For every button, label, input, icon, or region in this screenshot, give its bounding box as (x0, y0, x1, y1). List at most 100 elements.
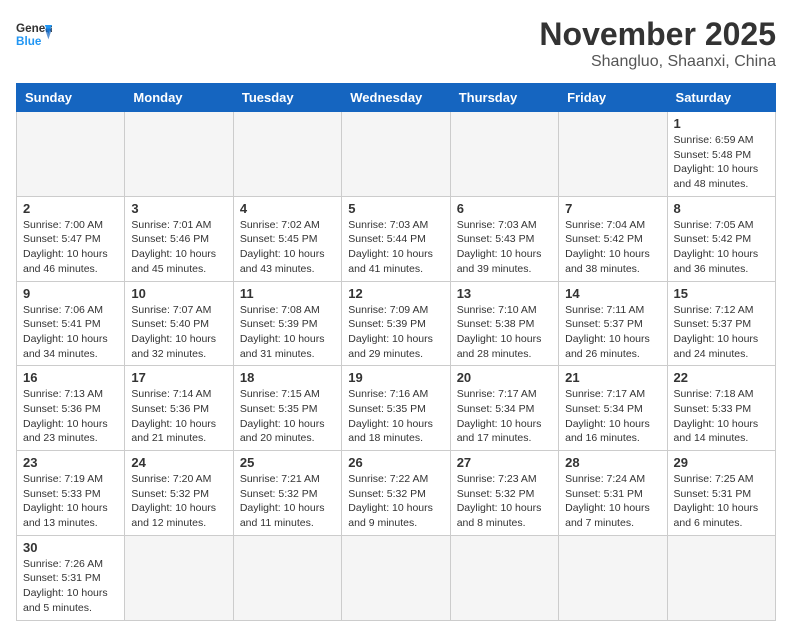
header-thursday: Thursday (450, 84, 558, 112)
calendar-cell (559, 535, 667, 620)
day-number: 28 (565, 455, 660, 470)
calendar-cell (17, 112, 125, 197)
calendar-cell (233, 112, 341, 197)
header-sunday: Sunday (17, 84, 125, 112)
day-info: Sunrise: 6:59 AM Sunset: 5:48 PM Dayligh… (674, 133, 769, 192)
calendar-cell: 19 Sunrise: 7:16 AM Sunset: 5:35 PM Dayli… (342, 366, 450, 451)
day-number: 8 (674, 201, 769, 216)
day-number: 21 (565, 370, 660, 385)
calendar-cell: 5 Sunrise: 7:03 AM Sunset: 5:44 PM Daylig… (342, 196, 450, 281)
day-info: Sunrise: 7:16 AM Sunset: 5:35 PM Dayligh… (348, 387, 443, 446)
day-info: Sunrise: 7:19 AM Sunset: 5:33 PM Dayligh… (23, 472, 118, 531)
calendar-cell: 17 Sunrise: 7:14 AM Sunset: 5:36 PM Dayli… (125, 366, 233, 451)
calendar-cell: 2 Sunrise: 7:00 AM Sunset: 5:47 PM Daylig… (17, 196, 125, 281)
calendar-cell: 6 Sunrise: 7:03 AM Sunset: 5:43 PM Daylig… (450, 196, 558, 281)
day-info: Sunrise: 7:03 AM Sunset: 5:44 PM Dayligh… (348, 218, 443, 277)
day-info: Sunrise: 7:24 AM Sunset: 5:31 PM Dayligh… (565, 472, 660, 531)
calendar-cell (125, 535, 233, 620)
day-info: Sunrise: 7:20 AM Sunset: 5:32 PM Dayligh… (131, 472, 226, 531)
calendar-week-4: 16 Sunrise: 7:13 AM Sunset: 5:36 PM Dayli… (17, 366, 776, 451)
day-info: Sunrise: 7:11 AM Sunset: 5:37 PM Dayligh… (565, 303, 660, 362)
calendar-cell: 7Sunrise: 7:04 AM Sunset: 5:42 PM Daylig… (559, 196, 667, 281)
day-number: 12 (348, 286, 443, 301)
day-info: Sunrise: 7:14 AM Sunset: 5:36 PM Dayligh… (131, 387, 226, 446)
calendar-week-5: 23 Sunrise: 7:19 AM Sunset: 5:33 PM Dayli… (17, 451, 776, 536)
day-info: Sunrise: 7:23 AM Sunset: 5:32 PM Dayligh… (457, 472, 552, 531)
day-number: 30 (23, 540, 118, 555)
day-number: 20 (457, 370, 552, 385)
day-info: Sunrise: 7:21 AM Sunset: 5:32 PM Dayligh… (240, 472, 335, 531)
day-number: 9 (23, 286, 118, 301)
calendar-cell (667, 535, 775, 620)
day-number: 10 (131, 286, 226, 301)
calendar-cell: 13 Sunrise: 7:10 AM Sunset: 5:38 PM Dayli… (450, 281, 558, 366)
day-info: Sunrise: 7:00 AM Sunset: 5:47 PM Dayligh… (23, 218, 118, 277)
calendar-week-2: 2 Sunrise: 7:00 AM Sunset: 5:47 PM Daylig… (17, 196, 776, 281)
calendar-cell: 14 Sunrise: 7:11 AM Sunset: 5:37 PM Dayli… (559, 281, 667, 366)
day-number: 19 (348, 370, 443, 385)
calendar-cell: 18 Sunrise: 7:15 AM Sunset: 5:35 PM Dayli… (233, 366, 341, 451)
day-number: 13 (457, 286, 552, 301)
calendar-cell (125, 112, 233, 197)
day-number: 16 (23, 370, 118, 385)
month-title: November 2025 (539, 16, 776, 53)
header-saturday: Saturday (667, 84, 775, 112)
calendar-cell (559, 112, 667, 197)
calendar-cell: 26Sunrise: 7:22 AM Sunset: 5:32 PM Dayli… (342, 451, 450, 536)
title-area: November 2025 Shangluo, Shaanxi, China (539, 16, 776, 71)
day-info: Sunrise: 7:03 AM Sunset: 5:43 PM Dayligh… (457, 218, 552, 277)
logo-icon: General Blue (16, 16, 52, 52)
calendar-cell (233, 535, 341, 620)
calendar-cell: 4Sunrise: 7:02 AM Sunset: 5:45 PM Daylig… (233, 196, 341, 281)
calendar-week-6: 30 Sunrise: 7:26 AM Sunset: 5:31 PM Dayli… (17, 535, 776, 620)
calendar-cell: 29Sunrise: 7:25 AM Sunset: 5:31 PM Dayli… (667, 451, 775, 536)
svg-text:Blue: Blue (16, 35, 42, 48)
calendar-cell (450, 112, 558, 197)
day-number: 22 (674, 370, 769, 385)
day-number: 27 (457, 455, 552, 470)
calendar-cell: 10Sunrise: 7:07 AM Sunset: 5:40 PM Dayli… (125, 281, 233, 366)
day-number: 2 (23, 201, 118, 216)
day-number: 18 (240, 370, 335, 385)
day-info: Sunrise: 7:08 AM Sunset: 5:39 PM Dayligh… (240, 303, 335, 362)
day-info: Sunrise: 7:12 AM Sunset: 5:37 PM Dayligh… (674, 303, 769, 362)
location: Shangluo, Shaanxi, China (539, 53, 776, 71)
calendar-cell: 28 Sunrise: 7:24 AM Sunset: 5:31 PM Dayli… (559, 451, 667, 536)
calendar-cell: 24Sunrise: 7:20 AM Sunset: 5:32 PM Dayli… (125, 451, 233, 536)
calendar-cell: 11 Sunrise: 7:08 AM Sunset: 5:39 PM Dayli… (233, 281, 341, 366)
day-info: Sunrise: 7:13 AM Sunset: 5:36 PM Dayligh… (23, 387, 118, 446)
calendar-cell: 12Sunrise: 7:09 AM Sunset: 5:39 PM Dayli… (342, 281, 450, 366)
calendar-table: Sunday Monday Tuesday Wednesday Thursday… (16, 83, 776, 621)
calendar-cell: 25Sunrise: 7:21 AM Sunset: 5:32 PM Dayli… (233, 451, 341, 536)
calendar-cell: 15 Sunrise: 7:12 AM Sunset: 5:37 PM Dayli… (667, 281, 775, 366)
day-info: Sunrise: 7:04 AM Sunset: 5:42 PM Dayligh… (565, 218, 660, 277)
calendar-cell: 23 Sunrise: 7:19 AM Sunset: 5:33 PM Dayli… (17, 451, 125, 536)
calendar-cell: 20 Sunrise: 7:17 AM Sunset: 5:34 PM Dayli… (450, 366, 558, 451)
page-header: General Blue November 2025 Shangluo, Sha… (16, 16, 776, 71)
day-info: Sunrise: 7:05 AM Sunset: 5:42 PM Dayligh… (674, 218, 769, 277)
day-number: 3 (131, 201, 226, 216)
calendar-cell: 9 Sunrise: 7:06 AM Sunset: 5:41 PM Daylig… (17, 281, 125, 366)
header-wednesday: Wednesday (342, 84, 450, 112)
day-info: Sunrise: 7:26 AM Sunset: 5:31 PM Dayligh… (23, 557, 118, 616)
day-info: Sunrise: 7:15 AM Sunset: 5:35 PM Dayligh… (240, 387, 335, 446)
day-info: Sunrise: 7:10 AM Sunset: 5:38 PM Dayligh… (457, 303, 552, 362)
day-info: Sunrise: 7:06 AM Sunset: 5:41 PM Dayligh… (23, 303, 118, 362)
header-friday: Friday (559, 84, 667, 112)
day-info: Sunrise: 7:17 AM Sunset: 5:34 PM Dayligh… (457, 387, 552, 446)
day-number: 23 (23, 455, 118, 470)
day-number: 14 (565, 286, 660, 301)
calendar-cell: 16 Sunrise: 7:13 AM Sunset: 5:36 PM Dayli… (17, 366, 125, 451)
day-number: 15 (674, 286, 769, 301)
logo: General Blue (16, 16, 52, 52)
calendar-cell: 30 Sunrise: 7:26 AM Sunset: 5:31 PM Dayli… (17, 535, 125, 620)
day-number: 6 (457, 201, 552, 216)
day-number: 1 (674, 116, 769, 131)
calendar-cell: 8 Sunrise: 7:05 AM Sunset: 5:42 PM Daylig… (667, 196, 775, 281)
calendar-cell (450, 535, 558, 620)
day-number: 11 (240, 286, 335, 301)
day-info: Sunrise: 7:22 AM Sunset: 5:32 PM Dayligh… (348, 472, 443, 531)
day-number: 5 (348, 201, 443, 216)
calendar-week-1: 1 Sunrise: 6:59 AM Sunset: 5:48 PM Daylig… (17, 112, 776, 197)
day-number: 17 (131, 370, 226, 385)
